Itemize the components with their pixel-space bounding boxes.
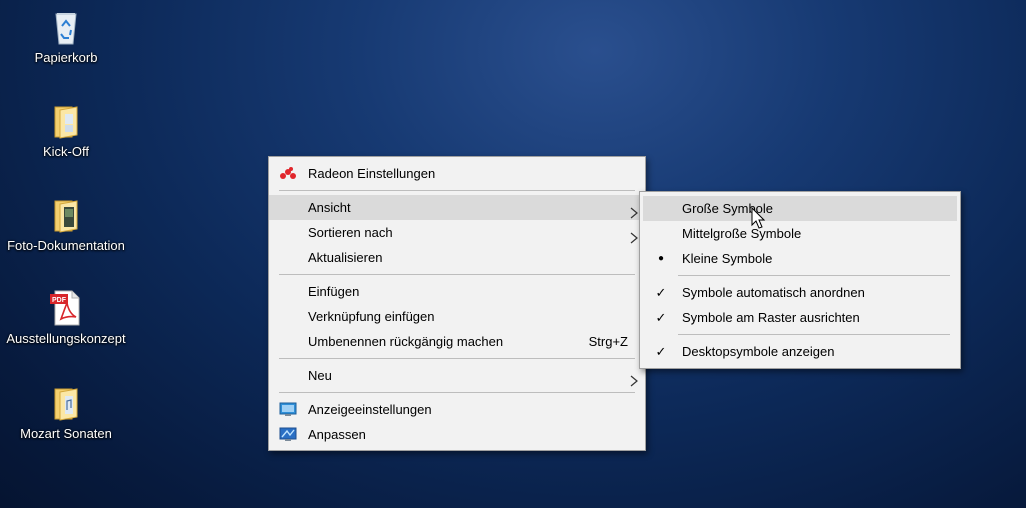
submenu-item-raster-ausrichten[interactable]: ✓ Symbole am Raster ausrichten [643, 305, 957, 330]
submenu-item-mittelgrosse-symbole[interactable]: Mittelgroße Symbole [643, 221, 957, 246]
folder-icon [46, 196, 86, 236]
submenu-item-grosse-symbole[interactable]: Große Symbole [643, 196, 957, 221]
menu-item-einfuegen[interactable]: Einfügen [269, 279, 645, 304]
personalize-icon [279, 426, 297, 443]
pdf-icon: PDF [46, 289, 86, 329]
menu-separator [279, 274, 635, 275]
desktop-icon-mozart-sonaten[interactable]: Mozart Sonaten [0, 384, 132, 442]
submenu-item-automatisch-anordnen[interactable]: ✓ Symbole automatisch anordnen [643, 280, 957, 305]
recycle-bin-icon [46, 8, 86, 48]
folder-icon [46, 102, 86, 142]
menu-item-label: Anpassen [308, 427, 366, 442]
menu-item-label: Symbole am Raster ausrichten [682, 310, 860, 325]
menu-separator [678, 334, 950, 335]
menu-item-label: Anzeigeeinstellungen [308, 402, 432, 417]
desktop-icon-label: Foto-Dokumentation [7, 238, 125, 253]
desktop-icon-ausstellungskonzept[interactable]: PDF Ausstellungskonzept [0, 289, 132, 347]
menu-item-anpassen[interactable]: Anpassen [269, 422, 645, 447]
menu-item-label: Mittelgroße Symbole [682, 226, 802, 241]
folder-icon [46, 384, 86, 424]
chevron-right-icon [629, 202, 639, 219]
checkmark-icon: ✓ [655, 285, 667, 300]
desktop-icon-recycle-bin[interactable]: Papierkorb [0, 8, 132, 66]
submenu-item-desktopsymbole-anzeigen[interactable]: ✓ Desktopsymbole anzeigen [643, 339, 957, 364]
menu-item-label: Einfügen [308, 284, 360, 299]
menu-item-aktualisieren[interactable]: Aktualisieren [269, 245, 645, 270]
checkmark-icon: ✓ [655, 310, 667, 325]
submenu-item-kleine-symbole[interactable]: ● Kleine Symbole [643, 246, 957, 271]
menu-item-label: Desktopsymbole anzeigen [682, 344, 835, 359]
menu-item-label: Ansicht [308, 200, 351, 215]
menu-item-label: Radeon Einstellungen [308, 166, 436, 181]
desktop-icon-kick-off[interactable]: Kick-Off [0, 102, 132, 160]
desktop-icon-label: Kick-Off [43, 144, 89, 159]
menu-separator [279, 392, 635, 393]
ansicht-submenu: Große Symbole Mittelgroße Symbole ● Klei… [639, 191, 961, 369]
desktop-context-menu: Radeon Einstellungen Ansicht Sortieren n… [268, 156, 646, 451]
menu-separator [279, 358, 635, 359]
shortcut-label: Strg+Z [588, 334, 628, 349]
menu-item-label: Umbenennen rückgängig machen [308, 334, 504, 349]
checkmark-icon: ✓ [655, 344, 667, 359]
mouse-cursor-icon [751, 206, 767, 231]
display-settings-icon [279, 401, 297, 418]
desktop-icon-foto-dokumentation[interactable]: Foto-Dokumentation [0, 196, 132, 254]
menu-item-label: Sortieren nach [308, 225, 393, 240]
desktop[interactable]: Papierkorb Kick-Off Foto-Dokumentation P… [0, 0, 1026, 508]
menu-separator [678, 275, 950, 276]
desktop-icon-label: Ausstellungskonzept [6, 331, 126, 346]
menu-item-verknuepfung-einfuegen[interactable]: Verknüpfung einfügen [269, 304, 645, 329]
chevron-right-icon [629, 227, 639, 244]
menu-item-sortieren-nach[interactable]: Sortieren nach [269, 220, 645, 245]
menu-item-label: Symbole automatisch anordnen [682, 285, 865, 300]
pdf-badge-text: PDF [52, 297, 67, 304]
desktop-icon-label: Mozart Sonaten [20, 426, 112, 441]
menu-item-neu[interactable]: Neu [269, 363, 645, 388]
menu-item-label: Verknüpfung einfügen [308, 309, 435, 324]
desktop-icon-label: Papierkorb [34, 50, 98, 65]
radeon-icon [279, 165, 297, 182]
menu-item-label: Aktualisieren [308, 250, 383, 265]
menu-item-label: Kleine Symbole [682, 251, 773, 266]
radio-bullet-icon: ● [657, 253, 665, 264]
menu-item-ansicht[interactable]: Ansicht [269, 195, 645, 220]
menu-item-umbenennen-rueckgaengig[interactable]: Umbenennen rückgängig machen Strg+Z [269, 329, 645, 354]
chevron-right-icon [629, 370, 639, 387]
menu-separator [279, 190, 635, 191]
menu-item-radeon-einstellungen[interactable]: Radeon Einstellungen [269, 161, 645, 186]
menu-item-label: Neu [308, 368, 332, 383]
menu-item-anzeigeeinstellungen[interactable]: Anzeigeeinstellungen [269, 397, 645, 422]
